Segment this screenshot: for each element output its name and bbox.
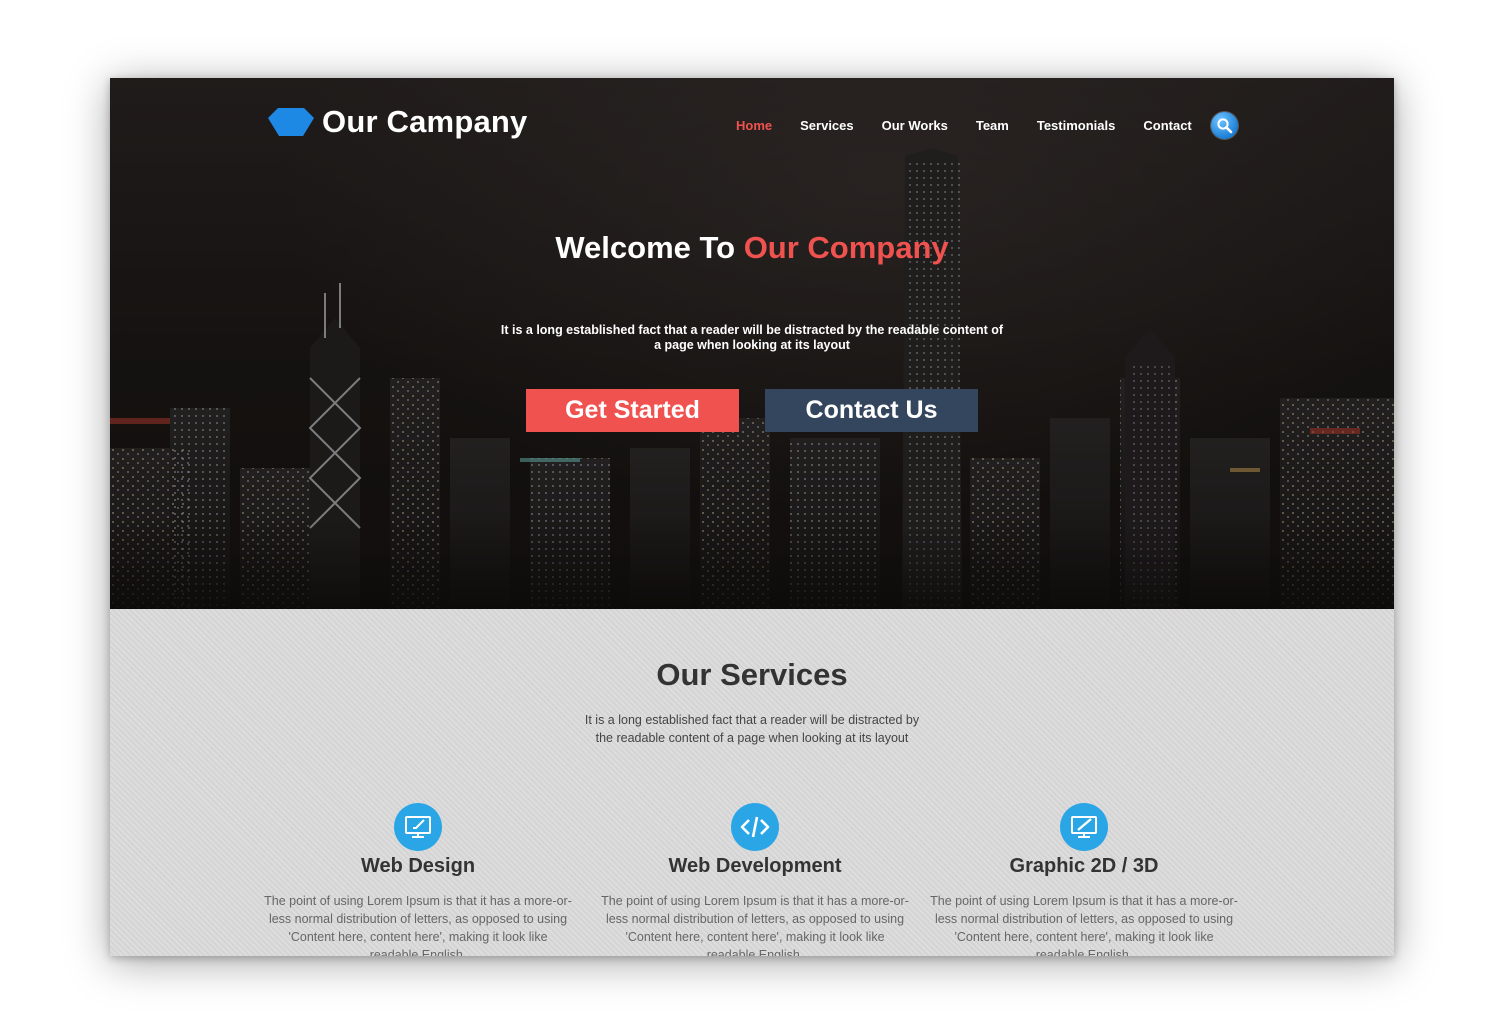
- main-nav: Home Services Our Works Team Testimonial…: [736, 118, 1220, 133]
- service-card-web-design: Web Design The point of using Lorem Ipsu…: [258, 803, 578, 956]
- services-title: Our Services: [656, 657, 848, 692]
- nav-item-testimonials[interactable]: Testimonials: [1037, 118, 1116, 133]
- code-icon: [731, 803, 779, 851]
- services-section: Our Services It is a long established fa…: [110, 609, 1394, 956]
- hero-title: Welcome To Our Company: [110, 230, 1394, 266]
- services-subtitle: It is a long established fact that a rea…: [584, 713, 920, 745]
- nav-item-services[interactable]: Services: [800, 118, 854, 133]
- search-icon: [1217, 118, 1233, 134]
- brand[interactable]: Our Campany: [268, 104, 527, 140]
- blue-pentagon-logo-icon: [268, 108, 314, 136]
- brand-name: Our Campany: [322, 104, 528, 139]
- service-card-text: The point of using Lorem Ipsum is that i…: [264, 894, 572, 956]
- nav-item-team[interactable]: Team: [976, 118, 1009, 133]
- service-card-title: Web Development: [668, 855, 842, 877]
- service-card-graphic: Graphic 2D / 3D The point of using Lorem…: [924, 803, 1244, 956]
- nav-item-home[interactable]: Home: [736, 118, 772, 133]
- service-card-text: The point of using Lorem Ipsum is that i…: [930, 894, 1238, 956]
- monitor-pen-icon: [1060, 803, 1108, 851]
- service-card-text: The point of using Lorem Ipsum is that i…: [601, 894, 909, 956]
- hero-title-accent: Our Company: [743, 230, 949, 265]
- service-card-title: Web Design: [360, 855, 476, 877]
- service-card-web-development: Web Development The point of using Lorem…: [595, 803, 915, 956]
- browser-frame: Our Campany Home Services Our Works Team…: [110, 78, 1394, 956]
- search-button[interactable]: [1211, 112, 1238, 139]
- contact-us-button[interactable]: Contact Us: [765, 389, 978, 432]
- nav-item-our-works[interactable]: Our Works: [882, 118, 948, 133]
- nav-item-contact[interactable]: Contact: [1143, 118, 1191, 133]
- service-card-title: Graphic 2D / 3D: [1009, 855, 1159, 877]
- get-started-button[interactable]: Get Started: [526, 389, 739, 432]
- hero-subtitle: It is a long established fact that a rea…: [500, 323, 1004, 352]
- hero-title-prefix: Welcome To: [555, 230, 744, 265]
- monitor-edit-icon: [394, 803, 442, 851]
- hero-section: Our Campany Home Services Our Works Team…: [110, 78, 1394, 609]
